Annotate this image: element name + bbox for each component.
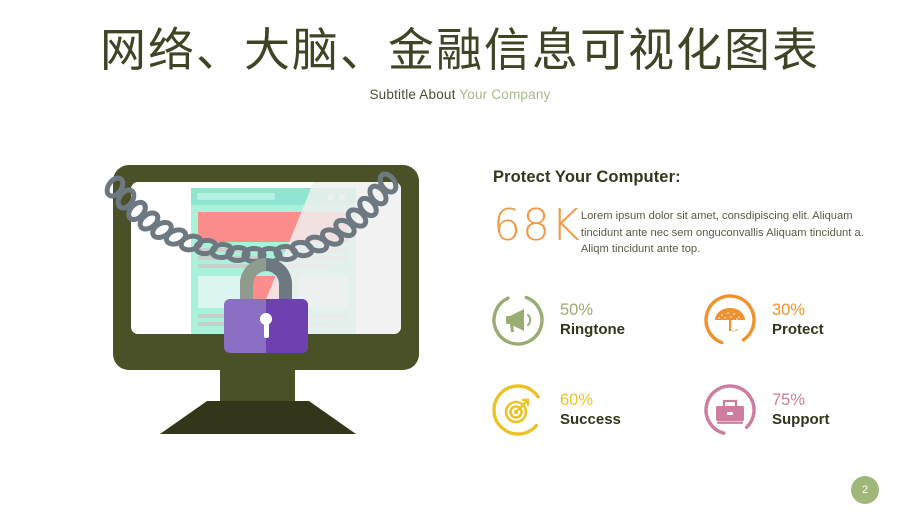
chained-computer-illustration — [96, 160, 436, 435]
stat-label: Success — [560, 411, 621, 428]
megaphone-icon — [506, 309, 532, 332]
stat-percent: 60% — [560, 391, 594, 409]
subtitle-accent: Your Company — [459, 87, 551, 102]
stat-label: Support — [772, 411, 830, 428]
progress-ring-protect — [702, 292, 758, 348]
stat-support[interactable]: 75% Support — [702, 365, 900, 455]
page-title: 网络、大脑、金融信息可视化图表 — [100, 23, 820, 77]
stat-text-protect: 30% Protect — [772, 300, 824, 340]
padlock-icon — [224, 258, 308, 353]
stat-text-support: 75% Support — [772, 390, 830, 430]
page-subtitle: Subtitle About Your Company — [0, 87, 920, 102]
progress-ring-support — [702, 382, 758, 438]
padlock-body — [224, 299, 308, 353]
monitor-base — [160, 401, 356, 434]
slide-header: 网络、大脑、金融信息可视化图表 Subtitle About Your Comp… — [0, 22, 920, 102]
browser-address-bar — [197, 193, 275, 200]
stat-ringtone[interactable]: 50% Ringtone — [490, 275, 702, 365]
stat-label: Ringtone — [560, 321, 625, 338]
panel-heading: Protect Your Computer: — [493, 168, 681, 186]
stat-success[interactable]: 60% Success — [490, 365, 702, 455]
briefcase-icon — [716, 399, 744, 424]
progress-ring-ringtone — [490, 292, 546, 348]
monitor-neck — [220, 370, 295, 402]
info-panel: Protect Your Computer: 68K Lorem ipsum d… — [493, 168, 893, 258]
stats-grid: 50% Ringtone 30% Protect 60% Success 75%… — [490, 275, 900, 455]
browser-text-line — [198, 248, 266, 252]
target-icon — [504, 398, 530, 424]
kpi-description: Lorem ipsum dolor sit amet, consdipiscin… — [580, 210, 864, 255]
stat-label: Protect — [772, 321, 824, 338]
page-number-badge: 2 — [851, 476, 879, 504]
stat-protect[interactable]: 30% Protect — [702, 275, 900, 365]
slide-canvas: 网络、大脑、金融信息可视化图表 Subtitle About Your Comp… — [0, 0, 920, 518]
kpi-number: 68K — [493, 200, 581, 251]
stat-text-success: 60% Success — [560, 390, 621, 430]
stat-percent: 75% — [772, 391, 806, 409]
kpi-row: 68K Lorem ipsum dolor sit amet, consdipi… — [493, 203, 893, 258]
padlock-body-shadow — [266, 299, 308, 353]
progress-ring-success — [490, 382, 546, 438]
stat-percent: 50% — [560, 301, 594, 319]
padlock-keyhole — [260, 313, 272, 338]
subtitle-main: Subtitle About — [369, 87, 460, 102]
umbrella-icon — [715, 308, 745, 332]
stat-percent: 30% — [772, 301, 806, 319]
stat-text-ringtone: 50% Ringtone — [560, 300, 625, 340]
